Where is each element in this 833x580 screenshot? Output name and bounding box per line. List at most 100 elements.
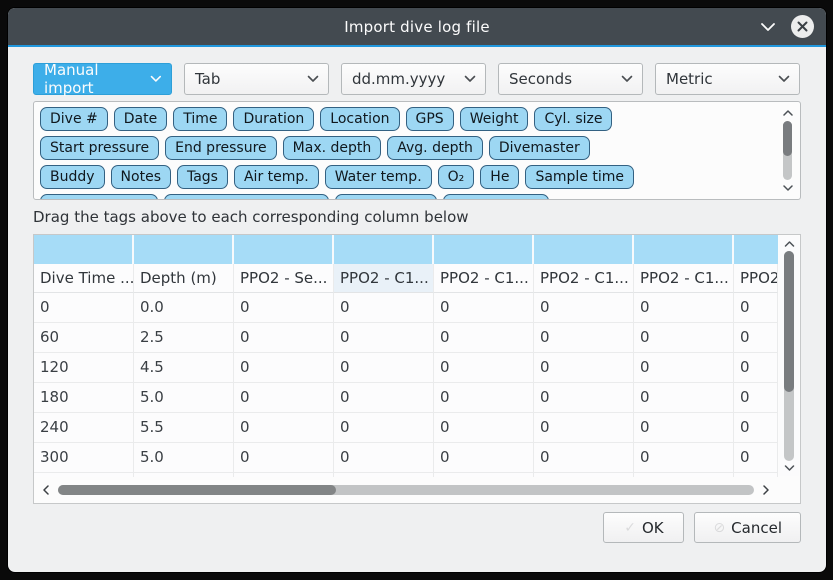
drop-target-cell[interactable] — [334, 235, 434, 264]
dialog-body: Manual import Tab dd.mm.yyyy Seconds Met… — [8, 47, 826, 543]
tag-panel-scrollbar[interactable] — [779, 105, 797, 196]
table-cell: 0 — [634, 413, 734, 443]
tag-row: Start pressureEnd pressureMax. depthAvg.… — [40, 136, 794, 160]
scrollbar-thumb[interactable] — [783, 121, 792, 156]
tag[interactable]: Sample pO₂ — [335, 194, 437, 199]
drop-target-cell[interactable] — [134, 235, 234, 264]
tag[interactable]: Sample time — [525, 165, 634, 189]
column-header[interactable]: PPO2 - C1... — [334, 264, 434, 293]
combo-value: Tab — [195, 70, 220, 88]
cancel-button[interactable]: ⊘ Cancel — [694, 512, 801, 543]
combo-duration-format[interactable]: Seconds — [498, 63, 643, 95]
drop-target-cell[interactable] — [634, 235, 734, 264]
table-cell: 0 — [634, 323, 734, 353]
tag[interactable]: GPS — [406, 107, 454, 131]
tag[interactable]: Duration — [233, 107, 314, 131]
combo-date-format[interactable]: dd.mm.yyyy — [341, 63, 486, 95]
table-cell: 2.5 — [134, 323, 234, 353]
table-cell: 0 — [334, 323, 434, 353]
table-cell: 0 — [734, 413, 778, 443]
drop-target-cell[interactable] — [234, 235, 334, 264]
column-header[interactable]: PPO2 - C1... — [434, 264, 534, 293]
table-cell: 0 — [534, 413, 634, 443]
tag[interactable]: Notes — [111, 165, 171, 189]
table-cell: 0 — [234, 413, 334, 443]
drop-target-cell[interactable] — [434, 235, 534, 264]
table-cell: 0 — [434, 383, 534, 413]
table-cell: 120 — [34, 353, 134, 383]
column-header[interactable]: PPO2 - Se... — [234, 264, 334, 293]
close-button[interactable] — [791, 15, 814, 38]
column-header[interactable]: PPO2 - C1... — [534, 264, 634, 293]
combo-value: Metric — [666, 70, 713, 88]
table-cell: 0 — [334, 383, 434, 413]
tag-row: BuddyNotesTagsAir temp.Water temp.O₂HeSa… — [40, 165, 794, 189]
scrollbar-down-icon[interactable] — [779, 462, 799, 474]
table-cell: 0 — [534, 353, 634, 383]
ok-button[interactable]: ✓ OK — [603, 512, 684, 543]
tag[interactable]: Time — [173, 107, 227, 131]
tag[interactable]: Cyl. size — [534, 107, 612, 131]
scrollbar-thumb[interactable] — [784, 251, 794, 392]
shade-button[interactable] — [759, 18, 777, 36]
drop-target-row — [34, 235, 778, 264]
tag[interactable]: Divemaster — [489, 136, 590, 160]
tag[interactable]: O₂ — [438, 165, 475, 189]
tag[interactable]: Max. depth — [283, 136, 382, 160]
table-cell: 240 — [34, 413, 134, 443]
scrollbar-right-icon[interactable] — [760, 482, 772, 498]
table-cell: 0 — [234, 293, 334, 323]
h-scrollbar-thumb[interactable] — [58, 485, 336, 495]
chevron-down-icon — [150, 75, 162, 83]
tag[interactable]: End pressure — [165, 136, 277, 160]
tag[interactable]: Weight — [460, 107, 529, 131]
scrollbar-up-icon[interactable] — [779, 238, 799, 250]
drop-target-cell[interactable] — [534, 235, 634, 264]
tag[interactable]: Sample temperature — [164, 194, 329, 199]
combo-field-separator[interactable]: Tab — [184, 63, 329, 95]
chevron-down-icon — [307, 75, 319, 83]
drop-target-cell[interactable] — [734, 235, 778, 264]
tag[interactable]: He — [480, 165, 519, 189]
scrollbar-track[interactable] — [784, 251, 794, 461]
tag[interactable]: Water temp. — [325, 165, 432, 189]
scrollbar-down-icon[interactable] — [779, 182, 797, 194]
table-row: 3005.0000000 — [34, 443, 778, 473]
table-header-row: Dive Time ...Depth (m)PPO2 - Se...PPO2 -… — [34, 264, 778, 293]
table-vertical-scrollbar[interactable] — [779, 236, 799, 476]
tag[interactable]: Dive # — [40, 107, 108, 131]
column-header[interactable]: PPO2 — [734, 264, 778, 293]
table-cell: 0 — [734, 443, 778, 473]
tag[interactable]: Air temp. — [234, 165, 319, 189]
tag[interactable]: Buddy — [40, 165, 105, 189]
tag[interactable]: Avg. depth — [387, 136, 483, 160]
titlebar[interactable]: Import dive log file — [8, 8, 826, 45]
tag[interactable]: Tags — [177, 165, 228, 189]
combo-value: Seconds — [509, 70, 572, 88]
drop-target-cell[interactable] — [34, 235, 134, 264]
column-header[interactable]: PPO2 - C1... — [634, 264, 734, 293]
chevron-down-icon — [760, 22, 776, 32]
column-header[interactable]: Dive Time ... — [34, 264, 134, 293]
import-dialog-window: Import dive log file Manual import Tab d… — [8, 8, 826, 572]
tag[interactable]: Date — [114, 107, 167, 131]
table-cell: 300 — [34, 443, 134, 473]
table-cell: 0 — [734, 383, 778, 413]
tag[interactable]: Location — [320, 107, 399, 131]
scrollbar-track[interactable] — [58, 485, 754, 495]
tag[interactable]: Start pressure — [40, 136, 159, 160]
scrollbar-left-icon[interactable] — [40, 482, 52, 498]
table-cell: 5.5 — [134, 413, 234, 443]
table-cell: 0 — [534, 383, 634, 413]
table-horizontal-scrollbar[interactable] — [34, 477, 778, 503]
column-header[interactable]: Depth (m) — [134, 264, 234, 293]
combo-import-source[interactable]: Manual import — [33, 63, 172, 95]
table-cell: 0 — [234, 323, 334, 353]
tag[interactable]: Sample depth — [40, 194, 158, 199]
cancel-button-label: Cancel — [731, 519, 782, 537]
tag[interactable]: Sample CNS — [443, 194, 549, 199]
scrollbar-track[interactable] — [783, 121, 792, 180]
combo-units[interactable]: Metric — [655, 63, 800, 95]
scrollbar-up-icon[interactable] — [779, 107, 797, 119]
combo-value: dd.mm.yyyy — [352, 70, 445, 88]
